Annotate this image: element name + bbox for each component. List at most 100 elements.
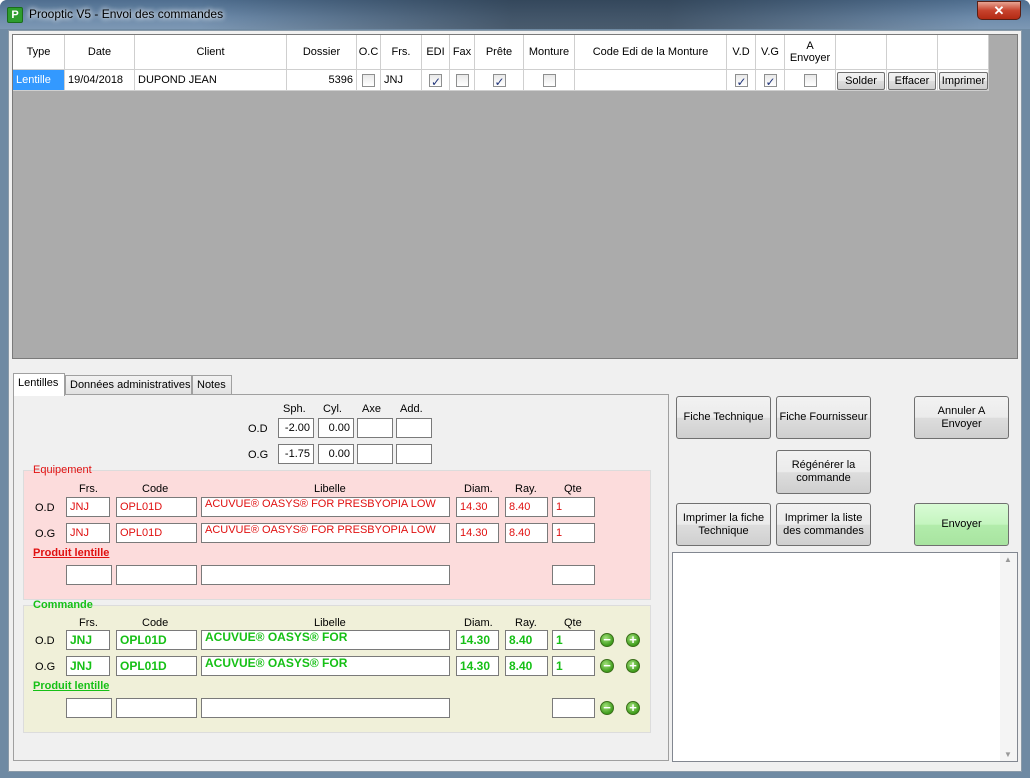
commande-od-code-field[interactable]: OPL01D [116,630,197,650]
cell-vd[interactable] [727,70,756,91]
equipement-og-diam-field[interactable]: 14.30 [456,523,499,543]
equipement-produit-qte-field[interactable] [552,565,595,585]
cell-a-envoyer[interactable] [785,70,836,91]
cell-fax[interactable] [450,70,475,91]
fiche-fournisseur-button[interactable]: Fiche Fournisseur [776,396,871,439]
vd-checkbox[interactable] [734,72,748,90]
imprimer-fiche-technique-button[interactable]: Imprimer la fiche Technique [676,503,771,546]
scroll-up-icon[interactable]: ▲ [1004,555,1012,564]
column-header-dossier[interactable]: Dossier [287,35,357,70]
commande-produit-frs-field[interactable] [66,698,112,718]
commande-produit-libelle-field[interactable] [201,698,450,718]
log-textarea[interactable]: ▲ ▼ [672,552,1018,762]
annuler-a-envoyer-button[interactable]: Annuler A Envoyer [914,396,1009,439]
og-add-field[interactable] [396,444,432,464]
column-header-date[interactable]: Date [65,35,135,70]
envoyer-button[interactable]: Envoyer [914,503,1009,546]
equipement-og-frs-field[interactable]: JNJ [66,523,110,543]
od-add-icon[interactable]: + [626,633,640,647]
commande-og-libelle-field[interactable]: ACUVUE® OASYS® FOR [201,656,450,676]
tab-lentilles[interactable]: Lentilles [13,373,65,396]
equipement-produit-frs-field[interactable] [66,565,112,585]
equipement-produit-code-field[interactable] [116,565,197,585]
commande-og-code-field[interactable]: OPL01D [116,656,197,676]
equipement-og-qte-field[interactable]: 1 [552,523,595,543]
equipement-od-ray-field[interactable]: 8.40 [505,497,548,517]
commande-produit-qte-field[interactable] [552,698,595,718]
column-header-fax[interactable]: Fax [450,35,475,70]
cell-client[interactable]: DUPOND JEAN [135,70,287,91]
column-header-edi[interactable]: EDI [422,35,450,70]
tab-notes[interactable]: Notes [192,375,232,395]
commande-og-ray-field[interactable]: 8.40 [505,656,548,676]
imprimer-button[interactable]: Imprimer [939,72,988,90]
cell-frs[interactable]: JNJ [381,70,422,91]
close-button[interactable]: ✕ [977,1,1021,20]
cell-date[interactable]: 19/04/2018 [65,70,135,91]
column-header-frs[interactable]: Frs. [381,35,422,70]
produit-add-icon[interactable]: + [626,701,640,715]
column-header-prete[interactable]: Prête [475,35,524,70]
equipement-og-code-field[interactable]: OPL01D [116,523,197,543]
commande-og-diam-field[interactable]: 14.30 [456,656,499,676]
column-header-type[interactable]: Type [13,35,65,70]
og-axe-field[interactable] [357,444,393,464]
od-add-field[interactable] [396,418,432,438]
og-remove-icon[interactable]: − [600,659,614,673]
equipement-od-libelle-field[interactable]: ACUVUE® OASYS® FOR PRESBYOPIA LOW [201,497,450,517]
cell-monture[interactable] [524,70,575,91]
commande-produit-code-field[interactable] [116,698,197,718]
column-header-monture[interactable]: Monture [524,35,575,70]
cell-dossier[interactable]: 5396 [287,70,357,91]
cell-code-edi-monture[interactable] [575,70,727,91]
edi-checkbox[interactable] [429,72,442,90]
equipement-og-ray-field[interactable]: 8.40 [505,523,548,543]
column-header-client[interactable]: Client [135,35,287,70]
commande-od-qte-field[interactable]: 1 [552,630,595,650]
vg-checkbox[interactable] [763,72,777,90]
effacer-button[interactable]: Effacer [888,72,936,90]
cell-vg[interactable] [756,70,785,91]
prete-checkbox[interactable] [492,72,506,90]
commande-og-qte-field[interactable]: 1 [552,656,595,676]
od-remove-icon[interactable]: − [600,633,614,647]
commande-od-ray-field[interactable]: 8.40 [505,630,548,650]
cell-oc[interactable] [357,70,381,91]
produit-remove-icon[interactable]: − [600,701,614,715]
equipement-produit-libelle-field[interactable] [201,565,450,585]
solder-button[interactable]: Solder [837,72,885,90]
cell-type[interactable]: Lentille [13,70,65,91]
od-sph-field[interactable]: -2.00 [278,418,314,438]
column-header-code-edi-monture[interactable]: Code Edi de la Monture [575,35,727,70]
cell-prete[interactable] [475,70,524,91]
commande-od-libelle-field[interactable]: ACUVUE® OASYS® FOR [201,630,450,650]
column-header-oc[interactable]: O.C [357,35,381,70]
orders-grid[interactable]: Type Date Client Dossier O.C Frs. EDI Fa… [12,34,1018,359]
column-header-a-envoyer[interactable]: A Envoyer [785,35,836,70]
commande-og-frs-field[interactable]: JNJ [66,656,110,676]
od-cyl-field[interactable]: 0.00 [318,418,354,438]
tab-donnees-administratives[interactable]: Données administratives [65,375,192,395]
regenerer-commande-button[interactable]: Régénérer la commande [776,450,871,494]
column-header-vg[interactable]: V.G [756,35,785,70]
equipement-og-libelle-field[interactable]: ACUVUE® OASYS® FOR PRESBYOPIA LOW [201,523,450,543]
fiche-technique-button[interactable]: Fiche Technique [676,396,771,439]
vertical-scrollbar[interactable]: ▲ ▼ [1000,553,1017,761]
od-axe-field[interactable] [357,418,393,438]
equipement-od-frs-field[interactable]: JNJ [66,497,110,517]
equipement-od-qte-field[interactable]: 1 [552,497,595,517]
og-sph-field[interactable]: -1.75 [278,444,314,464]
og-cyl-field[interactable]: 0.00 [318,444,354,464]
equipement-od-diam-field[interactable]: 14.30 [456,497,499,517]
title-bar[interactable]: P Prooptic V5 - Envoi des commandes ✕ [0,0,1030,29]
fax-checkbox[interactable] [455,73,469,87]
cell-edi[interactable] [422,70,450,91]
equipement-od-code-field[interactable]: OPL01D [116,497,197,517]
imprimer-liste-commandes-button[interactable]: Imprimer la liste des commandes [776,503,871,546]
commande-od-frs-field[interactable]: JNJ [66,630,110,650]
scroll-down-icon[interactable]: ▼ [1004,750,1012,759]
commande-od-diam-field[interactable]: 14.30 [456,630,499,650]
column-header-vd[interactable]: V.D [727,35,756,70]
monture-checkbox[interactable] [542,73,556,87]
a-envoyer-checkbox[interactable] [803,73,817,87]
